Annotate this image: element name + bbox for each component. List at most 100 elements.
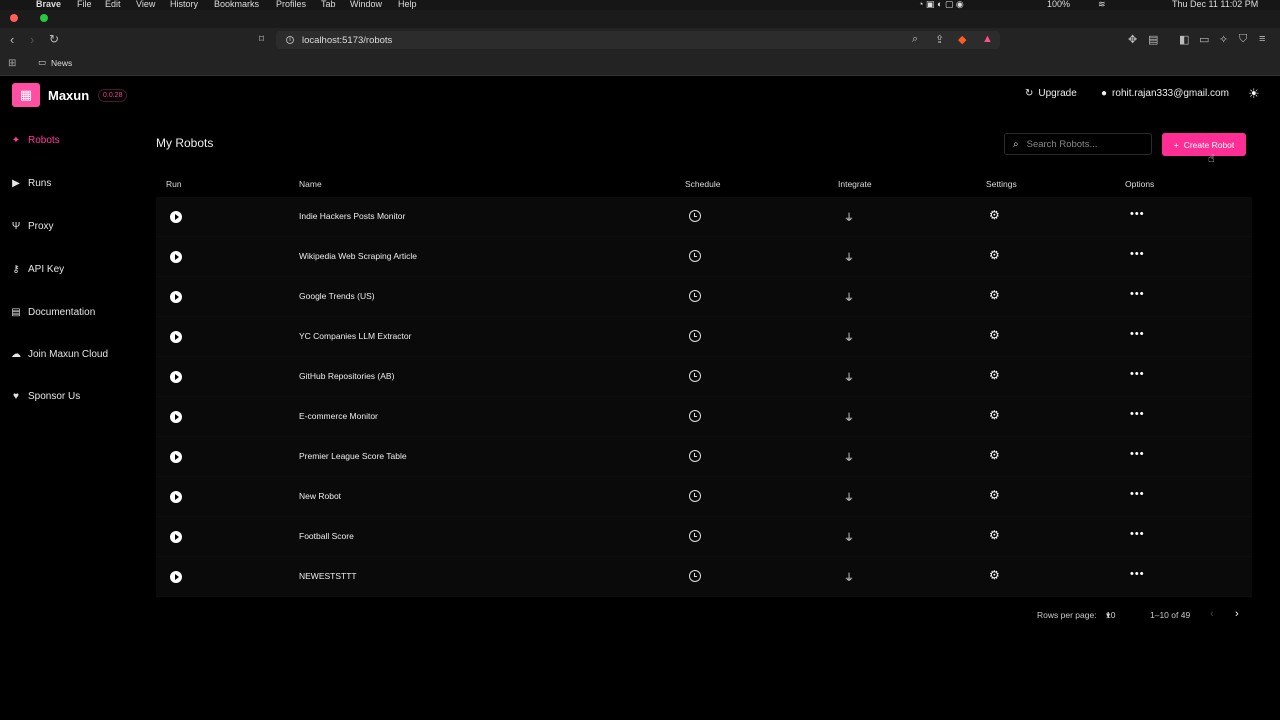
- integrate-plug-icon[interactable]: ⏚: [844, 209, 854, 224]
- schedule-clock-icon[interactable]: [689, 370, 701, 382]
- settings-gear-icon[interactable]: ⚙: [989, 248, 1000, 262]
- status-icons[interactable]: ◔ ▣ ◐ ▢ ◉: [918, 0, 964, 10]
- more-options-icon[interactable]: •••: [1130, 248, 1145, 260]
- share-icon[interactable]: ⇪: [935, 33, 944, 46]
- menu-tab[interactable]: Tab: [321, 0, 336, 9]
- sidebar-item-join-cloud[interactable]: ☁ Join Maxun Cloud: [10, 349, 108, 360]
- create-robot-button[interactable]: + Create Robot: [1162, 133, 1246, 156]
- schedule-clock-icon[interactable]: [689, 490, 701, 502]
- menu-help[interactable]: Help: [398, 0, 417, 9]
- site-info-icon[interactable]: i: [286, 36, 294, 44]
- schedule-clock-icon[interactable]: [689, 530, 701, 542]
- bookmark-folder-news[interactable]: ▭ News: [38, 57, 72, 68]
- menu-edit[interactable]: Edit: [105, 0, 121, 9]
- upgrade-button[interactable]: ↻ Upgrade: [1025, 88, 1077, 99]
- menu-icon[interactable]: ≡: [1259, 33, 1265, 45]
- schedule-clock-icon[interactable]: [689, 410, 701, 422]
- run-robot-icon[interactable]: [170, 371, 182, 383]
- integrate-plug-icon[interactable]: ⏚: [844, 569, 854, 584]
- schedule-clock-icon[interactable]: [689, 570, 701, 582]
- more-options-icon[interactable]: •••: [1130, 288, 1145, 300]
- sidebar-item-proxy[interactable]: Ψ Proxy: [10, 221, 54, 232]
- run-robot-icon[interactable]: [170, 451, 182, 463]
- search-box[interactable]: ⌕: [1004, 133, 1152, 155]
- menu-app-name[interactable]: Brave: [36, 0, 61, 9]
- settings-gear-icon[interactable]: ⚙: [989, 408, 1000, 422]
- zoom-window-button[interactable]: [40, 14, 48, 22]
- integrate-plug-icon[interactable]: ⏚: [844, 249, 854, 264]
- schedule-clock-icon[interactable]: [689, 330, 701, 342]
- theme-toggle-icon[interactable]: ☀: [1248, 86, 1260, 102]
- sidebar-item-runs[interactable]: ▶ Runs: [10, 178, 51, 189]
- menu-bookmarks[interactable]: Bookmarks: [214, 0, 259, 9]
- sidebar-item-sponsor[interactable]: ♥ Sponsor Us: [10, 391, 80, 402]
- settings-gear-icon[interactable]: ⚙: [989, 288, 1000, 302]
- schedule-clock-icon[interactable]: [689, 450, 701, 462]
- integrate-plug-icon[interactable]: ⏚: [844, 409, 854, 424]
- maxun-logo[interactable]: ▦: [12, 83, 40, 107]
- next-page-icon[interactable]: ›: [1235, 608, 1239, 620]
- sidebar-item-api-key[interactable]: ⚷ API Key: [10, 264, 64, 275]
- previous-page-icon[interactable]: ‹: [1210, 608, 1214, 620]
- close-window-button[interactable]: [10, 14, 18, 22]
- wifi-icon[interactable]: ≋: [1098, 0, 1106, 10]
- settings-gear-icon[interactable]: ⚙: [989, 328, 1000, 342]
- settings-gear-icon[interactable]: ⚙: [989, 528, 1000, 542]
- back-icon[interactable]: ‹: [10, 32, 14, 47]
- integrate-plug-icon[interactable]: ⏚: [844, 449, 854, 464]
- sidebar-toggle-icon[interactable]: ◧: [1179, 33, 1189, 46]
- settings-gear-icon[interactable]: ⚙: [989, 368, 1000, 382]
- run-robot-icon[interactable]: [170, 491, 182, 503]
- more-options-icon[interactable]: •••: [1130, 488, 1145, 500]
- menu-file[interactable]: File: [77, 0, 92, 9]
- brave-shield-icon[interactable]: ◆: [958, 33, 966, 46]
- schedule-clock-icon[interactable]: [689, 290, 701, 302]
- integrate-plug-icon[interactable]: ⏚: [844, 329, 854, 344]
- schedule-clock-icon[interactable]: [689, 210, 701, 222]
- more-options-icon[interactable]: •••: [1130, 528, 1145, 540]
- menu-view[interactable]: View: [136, 0, 155, 9]
- run-robot-icon[interactable]: [170, 211, 182, 223]
- bookmark-icon[interactable]: ⌑: [259, 34, 264, 45]
- brave-rewards-icon[interactable]: ▲: [982, 33, 993, 45]
- integrate-plug-icon[interactable]: ⏚: [844, 489, 854, 504]
- vpn-icon[interactable]: ⛉: [1239, 33, 1247, 46]
- search-input[interactable]: [1026, 138, 1137, 150]
- run-robot-icon[interactable]: [170, 251, 182, 263]
- apps-grid-icon[interactable]: ⊞: [8, 58, 16, 69]
- more-options-icon[interactable]: •••: [1130, 328, 1145, 340]
- settings-gear-icon[interactable]: ⚙: [989, 568, 1000, 582]
- wallet-icon[interactable]: ▭: [1199, 33, 1209, 46]
- leo-ai-icon[interactable]: ✧: [1219, 33, 1228, 46]
- tab-search-icon[interactable]: ▤: [1148, 33, 1158, 46]
- settings-gear-icon[interactable]: ⚙: [989, 208, 1000, 222]
- more-options-icon[interactable]: •••: [1130, 368, 1145, 380]
- more-options-icon[interactable]: •••: [1130, 568, 1145, 580]
- extensions-icon[interactable]: ✥: [1128, 33, 1137, 46]
- sidebar-item-robots[interactable]: ✦ Robots: [10, 135, 60, 146]
- menubar-datetime[interactable]: Thu Dec 11 11:02 PM: [1172, 0, 1258, 9]
- integrate-plug-icon[interactable]: ⏚: [844, 369, 854, 384]
- more-options-icon[interactable]: •••: [1130, 208, 1145, 220]
- run-robot-icon[interactable]: [170, 331, 182, 343]
- integrate-plug-icon[interactable]: ⏚: [844, 529, 854, 544]
- more-options-icon[interactable]: •••: [1130, 408, 1145, 420]
- zoom-icon[interactable]: ⌕: [912, 33, 918, 46]
- settings-gear-icon[interactable]: ⚙: [989, 448, 1000, 462]
- user-menu-button[interactable]: ● rohit.rajan333@gmail.com: [1101, 88, 1229, 99]
- run-robot-icon[interactable]: [170, 291, 182, 303]
- forward-icon[interactable]: ›: [30, 32, 34, 47]
- more-options-icon[interactable]: •••: [1130, 448, 1145, 460]
- schedule-clock-icon[interactable]: [689, 250, 701, 262]
- integrate-plug-icon[interactable]: ⏚: [844, 289, 854, 304]
- address-bar[interactable]: i localhost:5173/robots: [276, 31, 1000, 49]
- sidebar-item-documentation[interactable]: ▤ Documentation: [10, 307, 95, 318]
- run-robot-icon[interactable]: [170, 411, 182, 423]
- menu-profiles[interactable]: Profiles: [276, 0, 306, 9]
- menu-history[interactable]: History: [170, 0, 198, 9]
- run-robot-icon[interactable]: [170, 571, 182, 583]
- run-robot-icon[interactable]: [170, 531, 182, 543]
- reload-icon[interactable]: ↻: [49, 32, 59, 46]
- column-header-name[interactable]: Name: [299, 179, 322, 189]
- menu-window[interactable]: Window: [350, 0, 382, 9]
